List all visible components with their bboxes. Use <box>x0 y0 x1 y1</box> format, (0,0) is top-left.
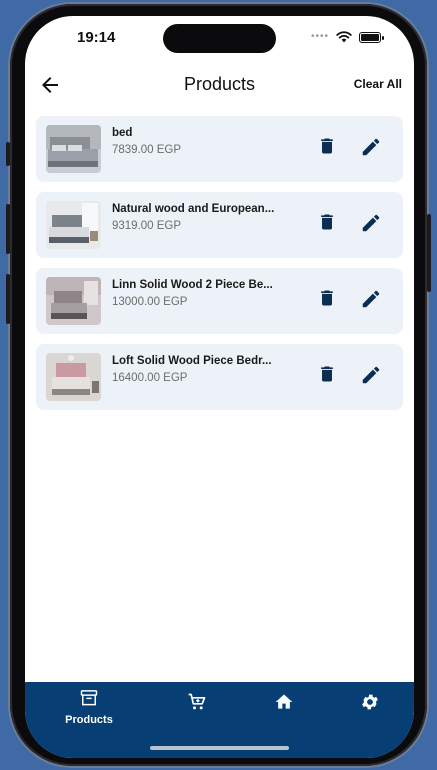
nav-item-products[interactable]: Products <box>54 688 124 726</box>
product-card[interactable]: Natural wood and European... 9319.00 EGP <box>36 192 403 258</box>
nav-item-settings[interactable] <box>335 692 405 717</box>
trash-icon[interactable] <box>317 136 337 156</box>
battery-icon <box>359 31 384 43</box>
bottom-nav: Products <box>25 682 414 758</box>
pencil-icon[interactable] <box>360 136 382 158</box>
clear-all-button[interactable]: Clear All <box>354 77 402 91</box>
product-name: Natural wood and European... <box>112 203 275 215</box>
trash-icon[interactable] <box>317 288 337 308</box>
nav-item-home[interactable] <box>249 692 319 717</box>
product-card[interactable]: bed 7839.00 EGP <box>36 116 403 182</box>
product-image <box>46 353 101 401</box>
product-price: 13000.00 EGP <box>112 296 188 308</box>
side-button-volume-down <box>6 274 10 324</box>
status-bar: 19:14 •••• <box>25 16 414 64</box>
product-price: 7839.00 EGP <box>112 144 182 156</box>
pencil-icon[interactable] <box>360 288 382 310</box>
product-name: bed <box>112 127 133 139</box>
status-icons: •••• <box>310 31 384 43</box>
cart-icon <box>188 693 206 710</box>
nav-item-cart[interactable] <box>162 692 232 717</box>
product-image <box>46 201 101 249</box>
home-indicator[interactable] <box>150 746 289 750</box>
product-name: Loft Solid Wood Piece Bedr... <box>112 355 272 367</box>
app-bar: Products Clear All <box>25 68 414 102</box>
product-name: Linn Solid Wood 2 Piece Be... <box>112 279 273 291</box>
product-list: bed 7839.00 EGP Natural wood and Europea… <box>36 116 403 420</box>
dynamic-island <box>163 24 276 53</box>
pencil-icon[interactable] <box>360 364 382 386</box>
side-button-power <box>427 214 431 292</box>
pencil-icon[interactable] <box>360 212 382 234</box>
status-time: 19:14 <box>77 29 116 46</box>
archive-box-icon <box>80 690 98 706</box>
home-icon <box>275 694 293 709</box>
side-button-mute <box>6 142 10 166</box>
gear-icon <box>362 694 378 710</box>
product-card[interactable]: Loft Solid Wood Piece Bedr... 16400.00 E… <box>36 344 403 410</box>
signal-icon: •••• <box>310 31 329 42</box>
trash-icon[interactable] <box>317 212 337 232</box>
product-card[interactable]: Linn Solid Wood 2 Piece Be... 13000.00 E… <box>36 268 403 334</box>
trash-icon[interactable] <box>317 364 337 384</box>
nav-label-products: Products <box>65 714 113 726</box>
side-button-volume-up <box>6 204 10 254</box>
product-price: 16400.00 EGP <box>112 372 188 384</box>
product-image <box>46 277 101 325</box>
product-price: 9319.00 EGP <box>112 220 182 232</box>
product-image <box>46 125 101 173</box>
wifi-icon <box>336 31 352 43</box>
app-screen: 19:14 •••• Products Clear All bed 7839.0… <box>25 16 414 758</box>
